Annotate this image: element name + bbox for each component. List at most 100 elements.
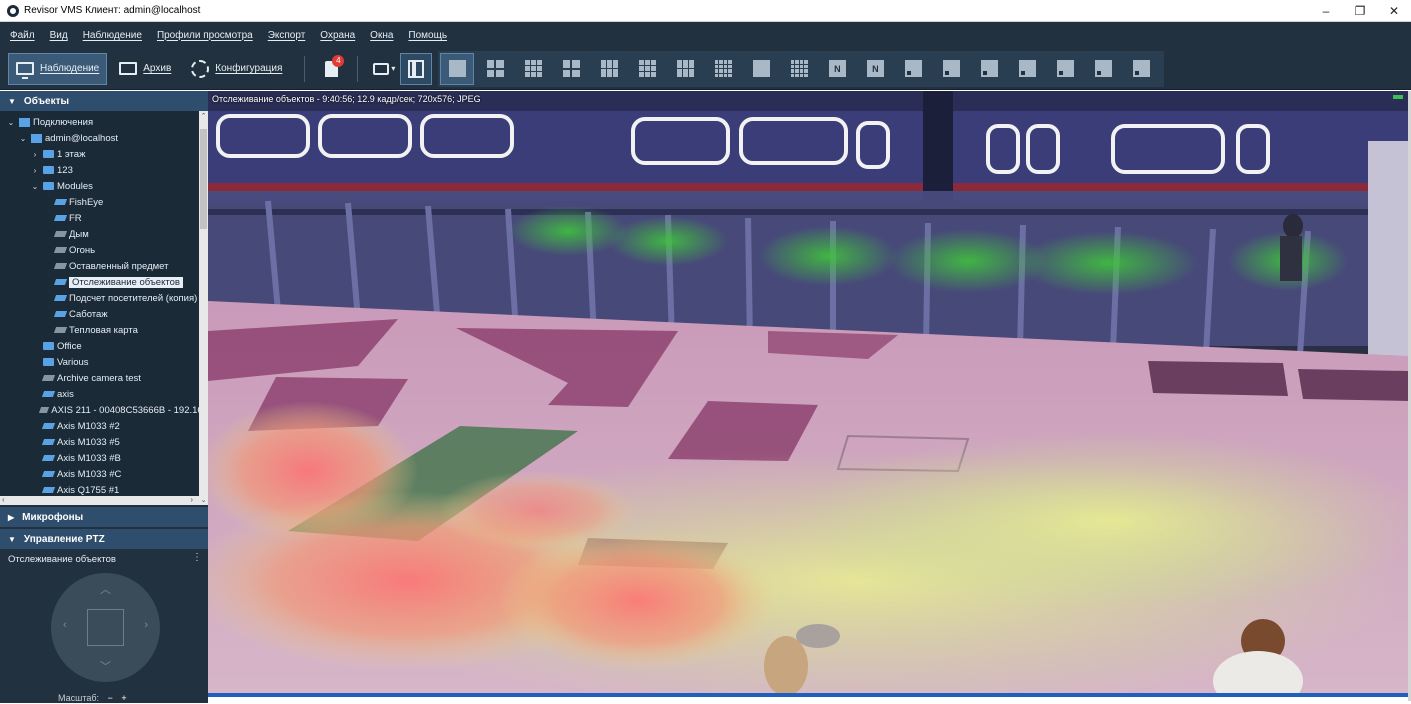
camera-video-view[interactable]: Отслеживание объектов - 9:40:56; 12.9 ка… bbox=[208, 91, 1408, 697]
tree-horizontal-scrollbar[interactable]: ‹ › bbox=[0, 495, 199, 505]
tree-item[interactable]: FishEye bbox=[6, 194, 208, 210]
menu-help[interactable]: Помощь bbox=[408, 30, 447, 41]
layout-1plus5-button[interactable] bbox=[554, 53, 588, 85]
tree-item[interactable]: Axis M1033 #C bbox=[6, 466, 208, 482]
menu-windows[interactable]: Окна bbox=[370, 30, 393, 41]
chevron-right-icon[interactable]: › bbox=[30, 166, 40, 175]
ptz-menu-icon[interactable]: ⋮ bbox=[192, 552, 202, 563]
tree-item[interactable]: Саботаж bbox=[6, 306, 208, 322]
microphones-section-header[interactable]: ▶ Микрофоны bbox=[0, 507, 208, 527]
layout-custom-1-button[interactable] bbox=[896, 53, 930, 85]
chevron-down-icon[interactable]: ⌄ bbox=[30, 182, 40, 191]
layout-n2-button[interactable]: N bbox=[858, 53, 892, 85]
layout-5x5-button[interactable] bbox=[706, 53, 740, 85]
ptz-section-title: Управление PTZ bbox=[23, 533, 105, 545]
layout-custom-3-button[interactable] bbox=[972, 53, 1006, 85]
ptz-joystick[interactable]: ︿ ﹀ ‹ › bbox=[51, 573, 160, 682]
scroll-thumb[interactable] bbox=[200, 129, 207, 229]
tree-item-label: Отслеживание объектов bbox=[69, 276, 183, 288]
tree-item[interactable]: ⌄ Подключения bbox=[6, 114, 208, 130]
pan-up-icon[interactable]: ︿ bbox=[100, 581, 111, 597]
zoom-out-button[interactable]: − bbox=[108, 693, 113, 703]
scroll-left-icon[interactable]: ‹ bbox=[2, 495, 5, 504]
pan-down-icon[interactable]: ﹀ bbox=[100, 658, 111, 674]
layout-n-button[interactable]: N bbox=[820, 53, 854, 85]
printer-icon bbox=[373, 62, 390, 75]
pan-right-icon[interactable]: › bbox=[144, 619, 148, 631]
chevron-right-icon[interactable]: › bbox=[30, 150, 40, 159]
chevron-down-icon[interactable]: ⌄ bbox=[18, 134, 28, 143]
layout-1plus7-button[interactable] bbox=[592, 53, 626, 85]
chevron-down-icon[interactable]: ⌄ bbox=[6, 118, 16, 127]
minimize-button[interactable]: – bbox=[1309, 0, 1343, 22]
tree-item[interactable]: FR bbox=[6, 210, 208, 226]
menu-view[interactable]: Вид bbox=[50, 30, 68, 41]
layout-3x3-button[interactable] bbox=[516, 53, 550, 85]
camera-icon bbox=[41, 487, 56, 493]
tree-item[interactable]: Огонь bbox=[6, 242, 208, 258]
window-controls: – ❐ ✕ bbox=[1309, 0, 1411, 22]
tree-item[interactable]: Дым bbox=[6, 226, 208, 242]
archive-mode-button[interactable]: Архив bbox=[111, 53, 179, 85]
pan-left-icon[interactable]: ‹ bbox=[63, 619, 67, 631]
layout-custom-5-button[interactable] bbox=[1048, 53, 1082, 85]
camera-offline-icon bbox=[39, 407, 50, 413]
tree-item[interactable]: › 123 bbox=[6, 162, 208, 178]
tree-item[interactable]: AXIS 211 - 00408C53666B - 192.168 bbox=[6, 402, 208, 418]
layout-6x6-button[interactable] bbox=[782, 53, 816, 85]
server-icon bbox=[19, 117, 30, 127]
tree-item[interactable]: Axis M1033 #B bbox=[6, 450, 208, 466]
camera-offline-icon bbox=[53, 247, 68, 253]
custom-layout-icon bbox=[1094, 60, 1112, 77]
scroll-down-icon[interactable]: ⌄ bbox=[199, 496, 208, 504]
print-button[interactable]: ▾ bbox=[368, 53, 400, 85]
menu-surveillance[interactable]: Наблюдение bbox=[83, 30, 142, 41]
custom-layout-icon bbox=[1056, 60, 1074, 77]
tree-item[interactable]: Тепловая карта bbox=[6, 322, 208, 338]
layout-2x2-button[interactable] bbox=[478, 53, 512, 85]
tree-item[interactable]: Archive camera test bbox=[6, 370, 208, 386]
menu-view-profiles[interactable]: Профили просмотра bbox=[157, 30, 253, 41]
configuration-mode-button[interactable]: Конфигурация bbox=[183, 53, 290, 85]
zoom-in-button[interactable]: + bbox=[121, 693, 126, 703]
layout-custom-7-button[interactable] bbox=[1124, 53, 1158, 85]
single-view-toggle[interactable] bbox=[400, 52, 433, 85]
tree-item[interactable]: axis bbox=[6, 386, 208, 402]
scroll-right-icon[interactable]: › bbox=[190, 495, 193, 504]
left-panel: ▼ Объекты ⌄ Подключения ⌄ admin@localhost › 1… bbox=[0, 91, 208, 703]
tree-vertical-scrollbar[interactable]: ⌃ ⌄ bbox=[199, 111, 208, 505]
tree-item[interactable]: ⌄ admin@localhost bbox=[6, 130, 208, 146]
layout-custom-2-button[interactable] bbox=[934, 53, 968, 85]
tree-item[interactable]: Оставленный предмет bbox=[6, 258, 208, 274]
maximize-button[interactable]: ❐ bbox=[1343, 0, 1377, 22]
tree-item[interactable]: Подсчет посетителей (копия) bbox=[6, 290, 208, 306]
configuration-mode-label: Конфигурация bbox=[215, 63, 283, 74]
layout-custom-4-button[interactable] bbox=[1010, 53, 1044, 85]
layout-custom-6-button[interactable] bbox=[1086, 53, 1120, 85]
surveillance-mode-button[interactable]: Наблюдение bbox=[8, 52, 108, 85]
ptz-section-header[interactable]: ▼ Управление PTZ bbox=[0, 529, 208, 549]
tree-item-label: Оставленный предмет bbox=[69, 260, 169, 272]
objects-section-header[interactable]: ▼ Объекты bbox=[0, 91, 208, 111]
tree-item[interactable]: Axis M1033 #2 bbox=[6, 418, 208, 434]
layout-4x4-button[interactable] bbox=[630, 53, 664, 85]
layout-1x1-button[interactable] bbox=[440, 52, 475, 85]
camera-icon bbox=[41, 455, 56, 461]
layout-full-button[interactable] bbox=[744, 53, 778, 85]
scroll-up-icon[interactable]: ⌃ bbox=[199, 112, 208, 120]
tree-item[interactable]: Various bbox=[6, 354, 208, 370]
tree-item[interactable]: Axis M1033 #5 bbox=[6, 434, 208, 450]
menu-security[interactable]: Охрана bbox=[320, 30, 355, 41]
camera-icon bbox=[53, 311, 68, 317]
menu-export[interactable]: Экспорт bbox=[268, 30, 306, 41]
alarms-button[interactable]: 4 bbox=[315, 53, 347, 85]
tree-item[interactable]: › 1 этаж bbox=[6, 146, 208, 162]
camera-icon bbox=[41, 423, 56, 429]
menu-file[interactable]: Файл bbox=[10, 30, 35, 41]
layout-2plus8-button[interactable] bbox=[668, 53, 702, 85]
tree-item[interactable]: ⌄ Modules bbox=[6, 178, 208, 194]
server-icon bbox=[31, 133, 42, 143]
tree-item[interactable]: Отслеживание объектов bbox=[6, 274, 208, 290]
tree-item[interactable]: Office bbox=[6, 338, 208, 354]
close-button[interactable]: ✕ bbox=[1377, 0, 1411, 22]
